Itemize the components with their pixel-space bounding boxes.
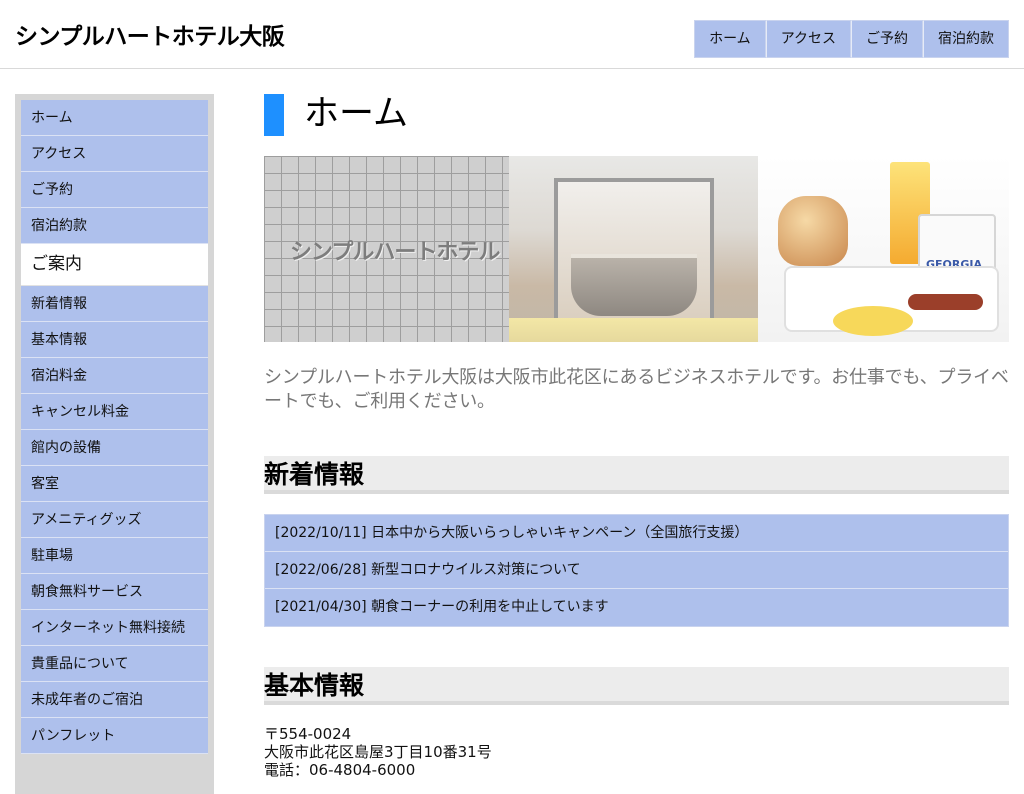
postal-code: 〒554-0024 [264,725,352,743]
sidebar-item-news[interactable]: 新着情報 [21,286,208,322]
hero-panel-breakfast: GEORGIA [758,156,1009,342]
sidebar-item-breakfast[interactable]: 朝食無料サービス [21,574,208,610]
sidebar-item-internet[interactable]: インターネット無料接続 [21,610,208,646]
phone-number: 電話：06-4804-6000 [264,761,416,779]
top-nav: ホーム アクセス ご予約 宿泊約款 [694,20,1009,58]
news-item[interactable]: [2022/10/11] 日本中から大阪いらっしゃいキャンペーン（全国旅行支援） [265,515,1008,552]
hero-image: シンプルハートホテル GEORGIA [264,156,1009,342]
news-item[interactable]: [2022/06/28] 新型コロナウイルス対策について [265,552,1008,589]
intro-text: シンプルハートホテル大阪は大阪市此花区にあるビジネスホテルです。お仕事でも、プラ… [264,367,1009,412]
sidebar-item-valuables[interactable]: 貴重品について [21,646,208,682]
news-item[interactable]: [2021/04/30] 朝食コーナーの利用を中止しています [265,589,1008,626]
page-title: ホーム [264,94,1009,136]
news-heading: 新着情報 [264,456,1009,494]
address-block: 〒554-0024 大阪市此花区島屋3丁目10番31号 電話：06-4804-6… [264,725,1009,779]
bread-roll [778,196,848,266]
sidebar-item-rooms[interactable]: 客室 [21,466,208,502]
scrambled-egg [833,306,913,336]
street-address: 大阪市此花区島屋3丁目10番31号 [264,743,492,761]
main-content: ホーム シンプルハートホテル GEORGIA シンプルハートホテル大阪は大阪市此… [264,94,1009,779]
sidebar-item-reservation[interactable]: ご予約 [21,172,208,208]
sidebar-item-parking[interactable]: 駐車場 [21,538,208,574]
sidebar-item-pamphlet[interactable]: パンフレット [21,718,208,754]
sidebar-item-access[interactable]: アクセス [21,136,208,172]
page-title-text: ホーム [304,94,408,134]
sidebar-item-amenities[interactable]: アメニティグッズ [21,502,208,538]
top-nav-access[interactable]: アクセス [765,20,851,58]
hero-panel-lobby [509,156,758,342]
top-nav-home[interactable]: ホーム [694,20,766,58]
sidebar-section-heading: ご案内 [21,244,208,286]
sidebar-item-basic-info[interactable]: 基本情報 [21,322,208,358]
sidebar-item-minors[interactable]: 未成年者のご宿泊 [21,682,208,718]
site-header: シンプルハートホテル大阪 ホーム アクセス ご予約 宿泊約款 [0,0,1024,69]
site-title[interactable]: シンプルハートホテル大阪 [15,17,285,51]
title-accent-bar [264,94,284,136]
hero-panel-entrance: シンプルハートホテル [264,156,509,342]
news-list: [2022/10/11] 日本中から大阪いらっしゃいキャンペーン（全国旅行支援）… [264,514,1009,627]
sidebar-item-facilities[interactable]: 館内の設備 [21,430,208,466]
top-nav-reservation[interactable]: ご予約 [851,20,923,58]
sidebar-item-home[interactable]: ホーム [21,100,208,136]
lobby-floor [509,318,758,342]
sidebar-item-terms[interactable]: 宿泊約款 [21,208,208,244]
sausage [908,294,983,310]
sidebar-item-cancellation[interactable]: キャンセル料金 [21,394,208,430]
sidebar-item-rates[interactable]: 宿泊料金 [21,358,208,394]
hotel-sign: シンプルハートホテル [290,240,500,265]
sidebar: ホーム アクセス ご予約 宿泊約款 ご案内 新着情報 基本情報 宿泊料金 キャン… [15,94,214,794]
basic-info-heading: 基本情報 [264,667,1009,705]
front-desk [571,254,697,316]
top-nav-terms[interactable]: 宿泊約款 [923,20,1009,58]
